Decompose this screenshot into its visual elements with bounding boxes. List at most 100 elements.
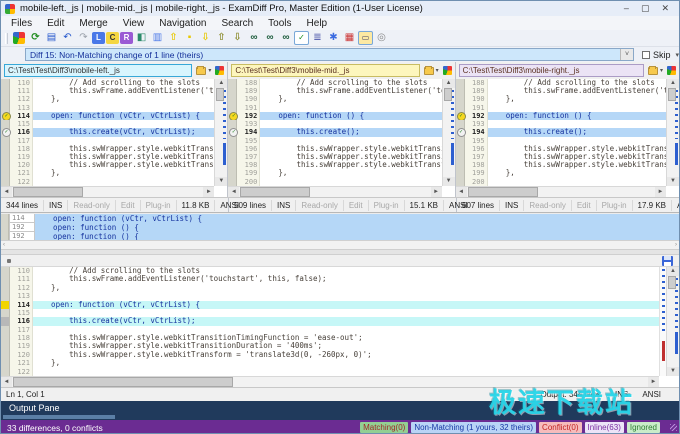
menu-merge[interactable]: Merge bbox=[79, 18, 107, 29]
diff-legend-badge[interactable]: Ignored bbox=[627, 422, 660, 433]
scroll-up-icon[interactable]: ▲ bbox=[443, 79, 455, 88]
plugins-icon[interactable]: ✱ bbox=[326, 31, 341, 45]
undo-icon[interactable]: ↶ bbox=[60, 31, 75, 45]
right-code-pane[interactable]: 188 // Add scrolling to the slots 189 th… bbox=[456, 79, 679, 197]
vertical-scrollbar[interactable]: ▲ ▼ bbox=[214, 79, 227, 186]
diff-navigator-select[interactable]: Diff 15: Non-Matching change of 1 line (… bbox=[25, 48, 634, 61]
merge-indicator-cell[interactable] bbox=[456, 95, 465, 103]
find-icon[interactable]: ∞ bbox=[246, 31, 261, 45]
scroll-right-icon[interactable]: ► bbox=[648, 377, 659, 387]
change-marker-cell[interactable] bbox=[1, 267, 10, 275]
next-diff-icon[interactable]: ⇩ bbox=[198, 31, 213, 45]
scroll-up-icon[interactable]: ▲ bbox=[667, 79, 679, 88]
right-file-path[interactable]: C:\Test\Test\Diff3\mobile-right._js bbox=[459, 64, 644, 77]
merge-indicator-cell[interactable] bbox=[228, 128, 237, 136]
vertical-scrollbar[interactable]: ▲ ▼ bbox=[666, 267, 679, 376]
change-marker-cell[interactable] bbox=[1, 342, 10, 350]
merge-indicator-cell[interactable] bbox=[228, 104, 237, 112]
change-marker-cell[interactable] bbox=[1, 326, 10, 334]
merge-indicator-cell[interactable] bbox=[228, 145, 237, 153]
merge-indicator-cell[interactable] bbox=[1, 145, 10, 153]
merge-indicator-cell[interactable] bbox=[456, 137, 465, 145]
diff-legend-badge[interactable]: Conflict(0) bbox=[539, 422, 581, 433]
find-prev-icon[interactable]: ∞ bbox=[278, 31, 293, 45]
show-right-pane-icon[interactable]: R bbox=[120, 32, 133, 44]
change-marker-cell[interactable] bbox=[1, 275, 10, 283]
scroll-up-icon[interactable]: ▲ bbox=[667, 267, 679, 276]
change-marker-cell[interactable] bbox=[1, 351, 10, 359]
diff-map[interactable] bbox=[659, 267, 666, 376]
scroll-right-icon[interactable]: ► bbox=[431, 187, 442, 197]
merge-indicator-cell[interactable] bbox=[456, 161, 465, 169]
horizontal-scrollbar[interactable]: ◄ ► bbox=[456, 186, 666, 197]
merge-indicator-cell[interactable] bbox=[1, 153, 10, 161]
merge-indicator-cell[interactable] bbox=[1, 95, 10, 103]
maximize-button[interactable]: ▢ bbox=[641, 3, 650, 14]
merge-indicator-cell[interactable] bbox=[228, 95, 237, 103]
scroll-up-icon[interactable]: ▲ bbox=[215, 79, 227, 88]
horizontal-scrollbar[interactable]: ◄ ► bbox=[1, 186, 214, 197]
menu-view[interactable]: View bbox=[123, 18, 145, 29]
scroll-left-icon[interactable]: ◄ bbox=[1, 187, 12, 197]
open-file-icon[interactable] bbox=[196, 67, 206, 75]
chevron-down-icon[interactable]: ˅ bbox=[620, 49, 633, 60]
merge-indicator-cell[interactable] bbox=[456, 128, 465, 136]
close-button[interactable]: ✕ bbox=[661, 3, 669, 14]
scroll-thumb[interactable] bbox=[13, 377, 233, 387]
settings-icon[interactable]: ◎ bbox=[374, 31, 389, 45]
scroll-down-icon[interactable]: ▼ bbox=[667, 177, 679, 186]
merge-indicator-cell[interactable] bbox=[228, 161, 237, 169]
merge-indicator-cell[interactable] bbox=[456, 169, 465, 177]
chevron-down-icon[interactable]: ▾ bbox=[436, 67, 439, 74]
horizontal-scrollbar[interactable]: ‹› bbox=[1, 240, 679, 249]
merge-indicator-cell[interactable] bbox=[1, 120, 10, 128]
scroll-down-icon[interactable]: ▼ bbox=[667, 367, 679, 376]
merge-indicator-cell[interactable] bbox=[456, 145, 465, 153]
current-diff-icon[interactable]: ▪ bbox=[182, 31, 197, 45]
menu-files[interactable]: Files bbox=[11, 18, 32, 29]
vertical-scrollbar[interactable]: ▲ ▼ bbox=[442, 79, 455, 186]
scroll-left-icon[interactable]: ◄ bbox=[456, 187, 467, 197]
resize-grip[interactable] bbox=[670, 424, 677, 431]
chevron-down-icon[interactable]: ▾ bbox=[208, 67, 211, 74]
diff-legend-badge[interactable]: Non-Matching (1 yours, 32 theirs) bbox=[411, 422, 536, 433]
horizontal-scrollbar[interactable]: ◄ ► bbox=[1, 376, 659, 387]
merge-indicator-cell[interactable] bbox=[456, 153, 465, 161]
merge-indicator-cell[interactable] bbox=[1, 137, 10, 145]
center-code-pane[interactable]: 188 // Add scrolling to the slots 189 th… bbox=[228, 79, 455, 197]
two-pane-view-icon[interactable]: ◧ bbox=[134, 31, 149, 45]
show-differences-only-icon[interactable]: ✓ bbox=[294, 31, 309, 45]
diff-detail-line[interactable]: 114 open: function (vCtr, vCtrList) { bbox=[1, 214, 679, 223]
scroll-thumb[interactable] bbox=[468, 187, 538, 197]
merge-indicator-cell[interactable] bbox=[1, 79, 10, 87]
change-marker-cell[interactable] bbox=[1, 301, 10, 309]
menu-help[interactable]: Help bbox=[307, 18, 328, 29]
scroll-thumb[interactable] bbox=[216, 88, 224, 101]
merge-indicator-cell[interactable] bbox=[228, 79, 237, 87]
merge-indicator-cell[interactable] bbox=[456, 79, 465, 87]
scroll-down-icon[interactable]: ▼ bbox=[215, 177, 227, 186]
merge-indicator-cell[interactable] bbox=[456, 87, 465, 95]
merge-indicator-cell[interactable] bbox=[456, 112, 465, 120]
compare-files-icon[interactable] bbox=[13, 32, 25, 44]
change-marker-cell[interactable] bbox=[1, 368, 10, 376]
diff-legend-badge[interactable]: Matching(0) bbox=[360, 422, 408, 433]
merge-indicator-cell[interactable] bbox=[228, 120, 237, 128]
menu-search[interactable]: Search bbox=[221, 18, 253, 29]
left-code-pane[interactable]: 110 // Add scrolling to the slots 111 th… bbox=[1, 79, 228, 197]
merge-indicator-cell[interactable] bbox=[228, 153, 237, 161]
report-icon[interactable]: ▦ bbox=[342, 31, 357, 45]
merge-indicator-cell[interactable] bbox=[1, 169, 10, 177]
change-marker-cell[interactable] bbox=[1, 317, 10, 325]
change-marker-cell[interactable] bbox=[1, 334, 10, 342]
merge-indicator-cell[interactable] bbox=[228, 178, 237, 186]
scroll-thumb[interactable] bbox=[240, 187, 310, 197]
minimize-button[interactable]: – bbox=[624, 3, 629, 14]
merge-indicator-cell[interactable] bbox=[1, 178, 10, 186]
scroll-left-icon[interactable]: ◄ bbox=[228, 187, 239, 197]
merge-indicator-cell[interactable] bbox=[228, 87, 237, 95]
show-left-pane-icon[interactable]: L bbox=[92, 32, 105, 44]
merge-indicator-cell[interactable] bbox=[456, 104, 465, 112]
open-file-icon[interactable] bbox=[648, 67, 658, 75]
title-bar[interactable]: mobile-left._js | mobile-mid._js | mobil… bbox=[1, 1, 679, 16]
